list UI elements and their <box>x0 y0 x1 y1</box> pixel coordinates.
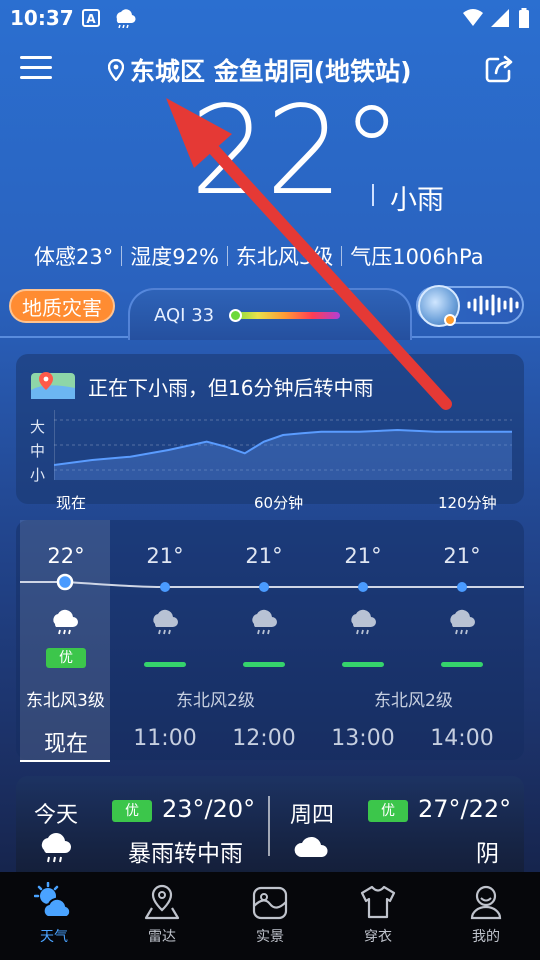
battery-icon <box>519 8 529 28</box>
aqi-scale-bar <box>230 312 340 319</box>
rain-icon <box>252 609 277 635</box>
status-time: 10:37 <box>10 6 74 30</box>
hour-time-now: 现在 <box>43 732 88 757</box>
feels-like: 体感23° <box>34 245 114 269</box>
temp-line <box>20 581 524 588</box>
temp-point <box>358 582 368 592</box>
air-quality-badge: 优 <box>368 800 408 822</box>
day-thursday: 周四 <box>290 803 335 828</box>
thursday-condition: 阴 <box>476 841 499 867</box>
menu-line <box>20 66 52 69</box>
rain-icon <box>53 609 78 635</box>
weather-icon <box>34 882 72 918</box>
hour-temp: 22° <box>47 544 85 568</box>
hour-time: 12:00 <box>232 726 296 751</box>
today-temp-range: 23°/20° <box>162 795 256 823</box>
wifi-icon <box>463 9 483 26</box>
current-stats: 体感23° 湿度92% 东北风3级 气压1006hPa <box>34 240 484 272</box>
level-label-heavy: 大 <box>30 418 46 436</box>
divider <box>268 796 270 856</box>
hour-wind: 东北风3级 <box>26 691 105 711</box>
status-bar: 10:37 A <box>0 0 540 36</box>
air-quality-bar <box>441 662 483 667</box>
notification-a-icon: A <box>82 9 100 27</box>
air-quality-badge: 优 <box>46 648 86 668</box>
menu-line <box>20 56 52 59</box>
x-label-60: 60分钟 <box>254 494 304 512</box>
menu-button[interactable] <box>20 54 54 82</box>
nav-label: 穿衣 <box>364 929 392 945</box>
live-dot <box>444 314 456 326</box>
divider <box>372 184 374 206</box>
nav-radar[interactable]: 雷达 <box>108 874 216 954</box>
aqi-indicator <box>229 309 242 322</box>
air-quality-bar <box>342 662 384 667</box>
aqi-label: AQI 33 <box>154 305 215 326</box>
rain-icon <box>153 609 178 635</box>
divider <box>341 246 343 266</box>
nav-photos[interactable]: 实景 <box>216 874 324 954</box>
hour-temp: 21° <box>146 544 184 568</box>
divider <box>226 246 228 266</box>
divider <box>121 246 123 266</box>
nav-label: 实景 <box>256 929 284 945</box>
level-label-light: 小 <box>30 466 46 484</box>
map-icon <box>31 372 75 399</box>
temp-point-now <box>56 573 74 591</box>
temp-point <box>160 582 170 592</box>
rain-icon <box>41 833 71 863</box>
wind: 东北风3级 <box>235 245 334 269</box>
photo-icon <box>252 886 288 920</box>
audio-wave-icon <box>467 294 519 316</box>
profile-icon <box>470 885 502 920</box>
humidity: 湿度92% <box>130 245 219 269</box>
hour-time: 11:00 <box>133 726 197 751</box>
nav-profile[interactable]: 我的 <box>432 874 540 954</box>
menu-line <box>20 76 52 79</box>
share-icon[interactable] <box>484 54 516 84</box>
svg-text:A: A <box>86 12 96 26</box>
signal-icon <box>491 9 509 27</box>
current-condition: 小雨 <box>390 185 444 216</box>
radar-icon <box>144 884 180 920</box>
hour-temp: 21° <box>245 544 283 568</box>
air-quality-badge: 优 <box>112 800 152 822</box>
hour-time: 14:00 <box>430 726 494 751</box>
nav-label: 天气 <box>40 929 68 945</box>
geological-alert-badge[interactable]: 地质灾害 <box>9 289 115 323</box>
cloud-icon <box>294 836 328 857</box>
hour-wind: 东北风2级 <box>176 691 255 711</box>
precipitation-summary: 正在下小雨，但16分钟后转中雨 <box>88 376 374 400</box>
nav-clothing[interactable]: 穿衣 <box>324 874 432 954</box>
hour-wind: 东北风2级 <box>374 691 453 711</box>
nav-label: 我的 <box>472 929 500 945</box>
current-temperature: 22° <box>190 80 402 222</box>
nav-weather[interactable]: 天气 <box>0 874 108 954</box>
air-quality-bar <box>243 662 285 667</box>
hour-temp: 21° <box>443 544 481 568</box>
rain-status-icon <box>116 9 136 28</box>
day-today: 今天 <box>34 803 79 828</box>
today-condition: 暴雨转中雨 <box>128 841 243 867</box>
rain-icon <box>450 609 475 635</box>
nav-label: 雷达 <box>148 929 176 945</box>
daily-forecast-card[interactable] <box>16 776 524 876</box>
clothing-icon <box>360 885 396 919</box>
hour-temp: 21° <box>344 544 382 568</box>
rain-icon <box>351 609 376 635</box>
x-label-120: 120分钟 <box>438 494 497 512</box>
x-label-now: 现在 <box>56 494 87 512</box>
temp-point <box>259 582 269 592</box>
temp-point <box>457 582 467 592</box>
precipitation-chart <box>54 410 512 480</box>
hour-time: 13:00 <box>331 726 395 751</box>
pressure: 气压1006hPa <box>350 245 484 269</box>
thursday-temp-range: 27°/22° <box>418 795 512 823</box>
level-label-moderate: 中 <box>30 442 46 460</box>
air-quality-bar <box>144 662 186 667</box>
precip-area <box>54 430 512 480</box>
location-pin-icon <box>108 59 124 81</box>
